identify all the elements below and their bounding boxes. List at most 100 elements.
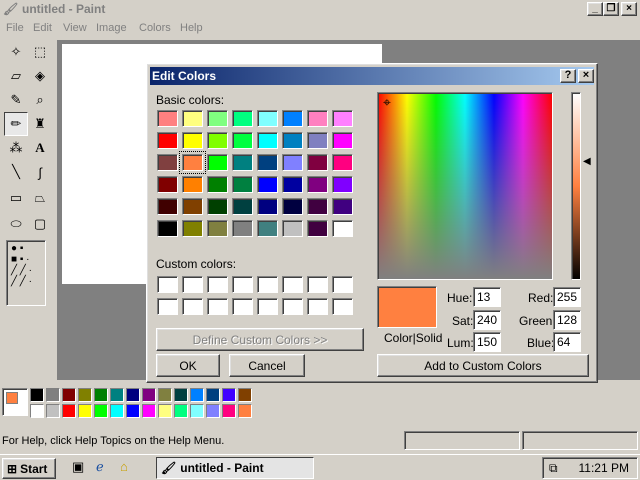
internet-explorer-icon[interactable]: ℯ xyxy=(96,459,104,475)
basic-color-swatch[interactable] xyxy=(282,198,303,215)
brush-icon[interactable]: ♜ xyxy=(28,112,52,136)
basic-color-swatch[interactable] xyxy=(182,110,203,127)
palette-color-swatch[interactable] xyxy=(238,388,252,402)
palette-color-swatch[interactable] xyxy=(142,388,156,402)
add-to-custom-colors-button[interactable]: Add to Custom Colors xyxy=(377,354,589,377)
close-button[interactable]: × xyxy=(621,2,637,16)
basic-color-swatch[interactable] xyxy=(182,176,203,193)
tool-options-box[interactable]: ● ▪ ■ ▪ · ╱ ╱ · ╱ ╱ · xyxy=(6,240,46,306)
palette-color-swatch[interactable] xyxy=(62,404,76,418)
menu-file[interactable]: File xyxy=(6,22,24,34)
basic-color-swatch[interactable] xyxy=(307,220,328,237)
eraser-icon[interactable]: ▱ xyxy=(4,64,28,88)
rounded-rect-icon[interactable]: ▢ xyxy=(28,212,52,236)
basic-color-swatch[interactable] xyxy=(232,132,253,149)
basic-color-swatch[interactable] xyxy=(157,110,178,127)
palette-color-swatch[interactable] xyxy=(190,388,204,402)
palette-color-swatch[interactable] xyxy=(30,388,44,402)
basic-color-swatch[interactable] xyxy=(332,198,353,215)
polygon-icon[interactable]: ⏢ xyxy=(28,186,52,210)
basic-color-swatch[interactable] xyxy=(207,176,228,193)
custom-color-swatch[interactable] xyxy=(232,276,253,293)
basic-color-swatch[interactable] xyxy=(257,198,278,215)
dialog-close-button[interactable]: × xyxy=(578,69,594,83)
palette-color-swatch[interactable] xyxy=(62,388,76,402)
custom-color-swatch[interactable] xyxy=(332,298,353,315)
network-icon[interactable]: ⧉ xyxy=(549,461,558,476)
clock[interactable]: 11:21 PM xyxy=(579,461,629,475)
basic-color-swatch[interactable] xyxy=(157,154,178,171)
custom-color-swatch[interactable] xyxy=(207,298,228,315)
palette-color-swatch[interactable] xyxy=(94,404,108,418)
minimize-button[interactable]: _ xyxy=(587,2,603,16)
basic-color-swatch[interactable] xyxy=(182,198,203,215)
basic-color-swatch[interactable] xyxy=(257,220,278,237)
palette-color-swatch[interactable] xyxy=(206,388,220,402)
custom-color-swatch[interactable] xyxy=(232,298,253,315)
palette-color-swatch[interactable] xyxy=(126,388,140,402)
palette-color-swatch[interactable] xyxy=(110,388,124,402)
menu-edit[interactable]: Edit xyxy=(33,22,52,34)
taskbar-paint-button[interactable]: 🖌 untitled - Paint xyxy=(156,457,314,479)
palette-color-swatch[interactable] xyxy=(238,404,252,418)
basic-color-swatch[interactable] xyxy=(332,110,353,127)
palette-color-swatch[interactable] xyxy=(174,404,188,418)
custom-color-swatch[interactable] xyxy=(257,276,278,293)
palette-color-swatch[interactable] xyxy=(222,404,236,418)
palette-color-swatch[interactable] xyxy=(142,404,156,418)
basic-color-swatch[interactable] xyxy=(282,110,303,127)
custom-color-swatch[interactable] xyxy=(182,298,203,315)
define-custom-colors-button[interactable]: Define Custom Colors >> xyxy=(156,328,364,351)
outlook-express-icon[interactable]: ⌂ xyxy=(120,459,128,474)
pencil-icon[interactable]: ✏ xyxy=(4,112,28,136)
blue-input[interactable]: 64 xyxy=(553,332,581,352)
red-input[interactable]: 255 xyxy=(553,287,581,307)
airbrush-icon[interactable]: ⁂ xyxy=(4,136,28,160)
basic-color-swatch[interactable] xyxy=(232,176,253,193)
basic-color-swatch[interactable] xyxy=(232,198,253,215)
line-icon[interactable]: ╲ xyxy=(4,160,28,184)
basic-color-swatch[interactable] xyxy=(282,176,303,193)
palette-color-swatch[interactable] xyxy=(222,388,236,402)
paint-app-icon[interactable]: 🖌 xyxy=(3,2,18,16)
basic-color-swatch[interactable] xyxy=(157,132,178,149)
basic-color-swatch[interactable] xyxy=(207,132,228,149)
palette-color-swatch[interactable] xyxy=(126,404,140,418)
menu-view[interactable]: View xyxy=(63,22,87,34)
basic-color-swatch[interactable] xyxy=(332,220,353,237)
palette-color-swatch[interactable] xyxy=(190,404,204,418)
lum-input[interactable]: 150 xyxy=(473,332,501,352)
basic-color-swatch[interactable] xyxy=(207,198,228,215)
luminosity-arrow-icon[interactable]: ◀ xyxy=(583,156,591,167)
restore-button[interactable]: ❐ xyxy=(603,2,619,16)
custom-color-swatch[interactable] xyxy=(282,276,303,293)
custom-color-swatch[interactable] xyxy=(307,298,328,315)
basic-color-swatch[interactable] xyxy=(232,110,253,127)
sat-input[interactable]: 240 xyxy=(473,310,501,330)
basic-color-swatch[interactable] xyxy=(157,220,178,237)
color-preview[interactable] xyxy=(377,286,437,328)
palette-color-swatch[interactable] xyxy=(94,388,108,402)
custom-color-swatch[interactable] xyxy=(157,276,178,293)
fill-bucket-icon[interactable]: ◈ xyxy=(28,64,52,88)
menu-image[interactable]: Image xyxy=(96,22,127,34)
basic-color-swatch[interactable] xyxy=(307,176,328,193)
help-button[interactable]: ? xyxy=(560,69,576,83)
basic-color-swatch[interactable] xyxy=(257,176,278,193)
basic-color-swatch[interactable] xyxy=(257,132,278,149)
custom-color-swatch[interactable] xyxy=(157,298,178,315)
basic-color-swatch[interactable] xyxy=(307,198,328,215)
free-form-select-icon[interactable]: ✧ xyxy=(4,40,28,64)
basic-color-swatch[interactable] xyxy=(179,151,206,174)
custom-color-swatch[interactable] xyxy=(257,298,278,315)
custom-color-swatch[interactable] xyxy=(332,276,353,293)
custom-color-swatch[interactable] xyxy=(182,276,203,293)
basic-color-swatch[interactable] xyxy=(332,154,353,171)
basic-color-swatch[interactable] xyxy=(232,154,253,171)
show-desktop-icon[interactable]: ▣ xyxy=(72,459,84,475)
green-input[interactable]: 128 xyxy=(553,310,581,330)
rectangle-icon[interactable]: ▭ xyxy=(4,186,28,210)
basic-color-swatch[interactable] xyxy=(282,220,303,237)
palette-color-swatch[interactable] xyxy=(110,404,124,418)
basic-color-swatch[interactable] xyxy=(282,154,303,171)
